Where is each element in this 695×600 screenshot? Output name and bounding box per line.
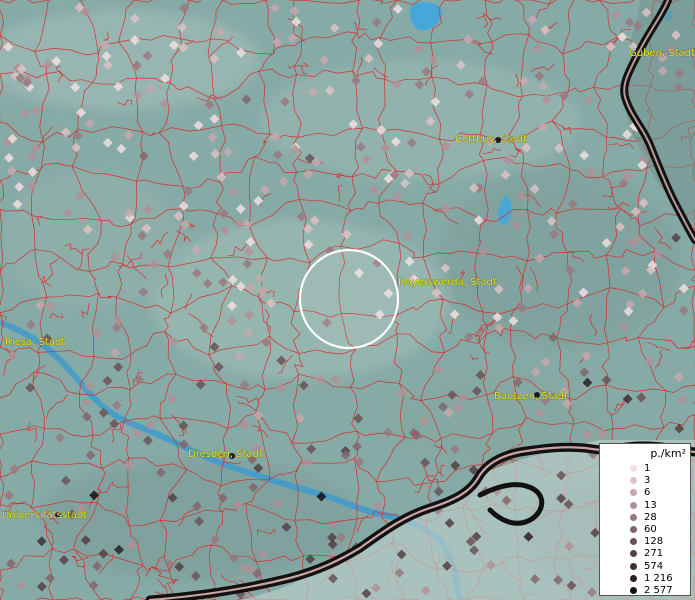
legend-entry: 6 xyxy=(630,487,650,498)
selection-ring[interactable] xyxy=(298,248,400,350)
legend-label: 574 xyxy=(644,560,664,572)
city-label-freiberg[interactable]: Universitätsstadt xyxy=(2,510,88,522)
legend-swatch xyxy=(630,587,637,594)
city-label-guben[interactable]: Guben, Stadt xyxy=(629,48,695,60)
legend-entry: 28 xyxy=(630,512,657,523)
density-legend: p./km² 1 3 6 13 28 60 128 271 574 1 216 2 577 xyxy=(599,443,691,596)
legend-swatch xyxy=(630,501,637,509)
legend-swatch xyxy=(630,562,637,570)
legend-swatch xyxy=(630,538,637,546)
legend-swatch xyxy=(630,574,637,582)
legend-swatch xyxy=(630,489,637,497)
legend-entry: 2 577 xyxy=(630,585,673,596)
city-label-riesa[interactable]: Riesa, Stadt xyxy=(5,337,66,349)
legend-entry: 574 xyxy=(630,561,663,572)
legend-entry: 1 216 xyxy=(630,573,673,584)
legend-label: 60 xyxy=(644,524,657,535)
legend-label: 271 xyxy=(644,548,664,560)
city-label-hoyerswerda[interactable]: Hoyerswerda, Stadt xyxy=(398,277,497,289)
legend-label: 128 xyxy=(644,536,664,548)
legend-swatch xyxy=(630,513,637,521)
legend-swatch xyxy=(630,526,637,533)
legend-label: 1 xyxy=(644,463,651,474)
city-label-cottbus[interactable]: Cottbus, Stadt xyxy=(455,134,528,146)
city-label-bautzen[interactable]: Bautzen, Stadt xyxy=(494,391,569,403)
legend-label: 6 xyxy=(644,487,651,499)
legend-entry: 3 xyxy=(630,475,650,486)
city-label-dresden[interactable]: Dresden, Stadt xyxy=(188,449,263,461)
map-canvas[interactable]: Guben, Stadt Cottbus, Stadt Hoyerswerda,… xyxy=(0,0,695,600)
legend-label: 2 577 xyxy=(644,585,673,596)
legend-entry: 128 xyxy=(630,536,663,547)
legend-label: 13 xyxy=(644,499,657,511)
legend-swatch xyxy=(630,477,637,485)
legend-entry: 1 xyxy=(630,463,650,474)
legend-label: 1 216 xyxy=(644,572,673,584)
legend-entry: 271 xyxy=(630,548,663,559)
legend-swatch xyxy=(630,550,637,558)
legend-entry: 13 xyxy=(630,500,657,511)
legend-label: 3 xyxy=(644,475,651,487)
legend-swatch xyxy=(630,465,637,472)
legend-label: 28 xyxy=(644,511,657,523)
legend-title: p./km² xyxy=(650,447,686,460)
legend-entry: 60 xyxy=(630,524,657,535)
